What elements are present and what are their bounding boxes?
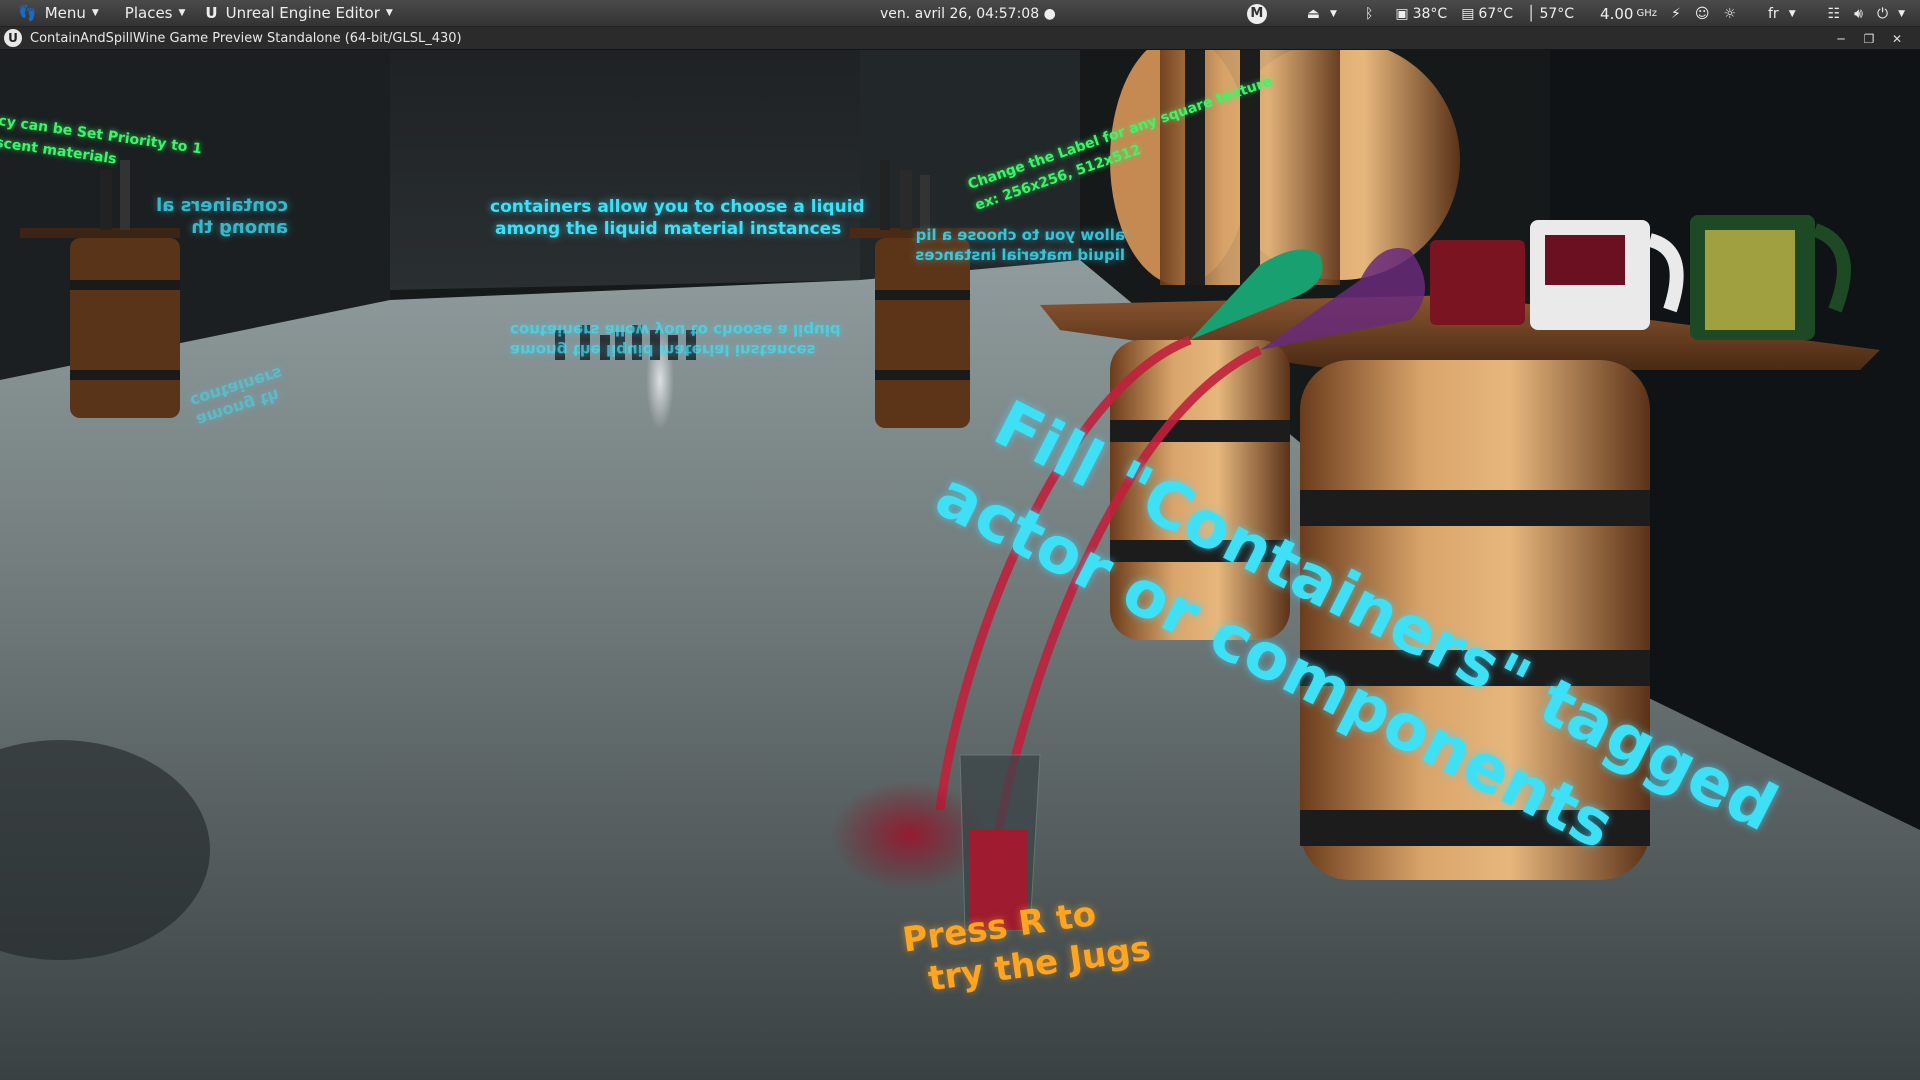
bluetooth-indicator[interactable]: ᛒ <box>1358 6 1380 22</box>
right-wall-line1: allow you to choose a liq <box>915 226 1125 244</box>
lightning-icon: ⚡︎ <box>1670 5 1681 22</box>
places-button[interactable]: Places ▼ <box>115 0 196 27</box>
left-wall-line2: among th <box>191 217 288 238</box>
smiley-icon: ☺ <box>1694 5 1710 22</box>
cpu-icon: ▣ <box>1395 5 1409 22</box>
keyboard-layout: fr <box>1768 5 1779 22</box>
left-wall-line1: containers al <box>156 195 288 216</box>
clock-text: ven. avril 26, 04:57:08 ● <box>880 5 1056 22</box>
window-title-bar[interactable]: U ContainAndSpillWine Game Preview Stand… <box>0 27 1920 50</box>
caffeine-indicator[interactable]: ☺ <box>1688 6 1717 22</box>
menu-label: Menu <box>44 4 86 22</box>
window-controls: ─ ❐ ✕ <box>1824 27 1908 50</box>
eject-menu[interactable]: ⏏ ▼ <box>1300 6 1344 22</box>
thermometer-icon: │ <box>1527 5 1536 22</box>
top-panel: 👣 Menu ▼ Places ▼ U Unreal Engine Editor… <box>0 0 1920 27</box>
disk-temp-indicator[interactable]: │ 57°C <box>1520 6 1581 22</box>
volume-indicator[interactable]: 🔊︎ <box>1847 6 1870 22</box>
menu-button[interactable]: 👣 Menu ▼ <box>0 0 109 27</box>
bluetooth-icon: ᛒ <box>1364 5 1374 22</box>
wall-text-center: containers allow you to choose a liquid … <box>490 196 865 240</box>
reflection-line1: among the liquid material instances <box>510 341 816 359</box>
gpu-icon: ▤ <box>1461 5 1475 22</box>
cpu-freq-indicator[interactable]: 4.00 GHz <box>1593 5 1664 23</box>
minimize-button[interactable]: ─ <box>1830 31 1852 47</box>
reflection-line2: containers allow you to choose a liquid <box>510 321 841 339</box>
chevron-down-icon: ▼ <box>385 8 393 18</box>
right-wall-text: allow you to choose a liq liquid materia… <box>915 225 1125 265</box>
app-menu-button[interactable]: U Unreal Engine Editor ▼ <box>195 0 402 27</box>
volume-icon: 🔊︎ <box>1854 5 1863 22</box>
left-wall-text: containers al among th <box>156 195 288 239</box>
clock[interactable]: ven. avril 26, 04:57:08 ● <box>880 0 1056 27</box>
brightness-indicator[interactable]: ☼ <box>1716 6 1743 22</box>
cpu-temp: 38°C <box>1412 5 1448 22</box>
chevron-down-icon: ▼ <box>1788 8 1796 19</box>
gpu-temp-indicator[interactable]: ▤ 67°C <box>1454 6 1520 22</box>
floor-reflection-center: among the liquid material instances cont… <box>510 320 841 360</box>
close-button[interactable]: ✕ <box>1886 31 1908 47</box>
freq-unit: GHz <box>1636 8 1657 19</box>
cpu-freq: 4.00 <box>1600 4 1634 23</box>
gnome-foot-icon: 👣 <box>18 4 37 22</box>
unreal-logo-icon: U <box>205 4 218 22</box>
close-icon: ✕ <box>1891 31 1903 46</box>
keyboard-layout-menu[interactable]: fr ▼ <box>1761 6 1803 22</box>
power-saving-indicator[interactable]: ⚡︎ <box>1664 6 1688 22</box>
chevron-down-icon: ▼ <box>1898 8 1905 19</box>
wall-text-center-line2: among the liquid material instances <box>495 219 842 239</box>
minimize-icon: ─ <box>1837 31 1845 46</box>
restore-icon: ❐ <box>1863 31 1875 46</box>
places-label: Places <box>124 4 173 22</box>
window-title: ContainAndSpillWine Game Preview Standal… <box>30 30 462 46</box>
app-label: Unreal Engine Editor <box>225 4 380 22</box>
network-icon: ☷ <box>1827 5 1841 22</box>
gpu-temp: 67°C <box>1478 5 1514 22</box>
sun-icon: ☼ <box>1723 5 1736 22</box>
power-icon: ⏻ <box>1877 5 1889 22</box>
game-viewport[interactable]: containers allow you to choose a liquid … <box>0 50 1920 1080</box>
indicator-m[interactable]: M <box>1240 3 1274 24</box>
system-tray: M ⏏ ▼ ᛒ ▣ 38°C ▤ 67°C │ 57°C 4.00 GHz ⚡︎… <box>1240 0 1920 27</box>
m-indicator-icon: M <box>1246 3 1267 24</box>
unreal-logo-icon: U <box>4 29 22 47</box>
chevron-down-icon: ▼ <box>1330 8 1337 19</box>
power-menu[interactable]: ⏻ ▼ <box>1870 6 1912 22</box>
wall-text-center-line1: containers allow you to choose a liquid <box>490 197 865 217</box>
chevron-down-icon: ▼ <box>91 8 99 18</box>
cpu-temp-indicator[interactable]: ▣ 38°C <box>1388 6 1454 22</box>
chevron-down-icon: ▼ <box>178 8 186 18</box>
eject-icon: ⏏ <box>1306 5 1321 22</box>
right-wall-line2: liquid material instances <box>915 246 1125 264</box>
network-indicator[interactable]: ☷ <box>1821 6 1848 22</box>
disk-temp: 57°C <box>1539 5 1575 22</box>
maximize-button[interactable]: ❐ <box>1858 31 1880 47</box>
